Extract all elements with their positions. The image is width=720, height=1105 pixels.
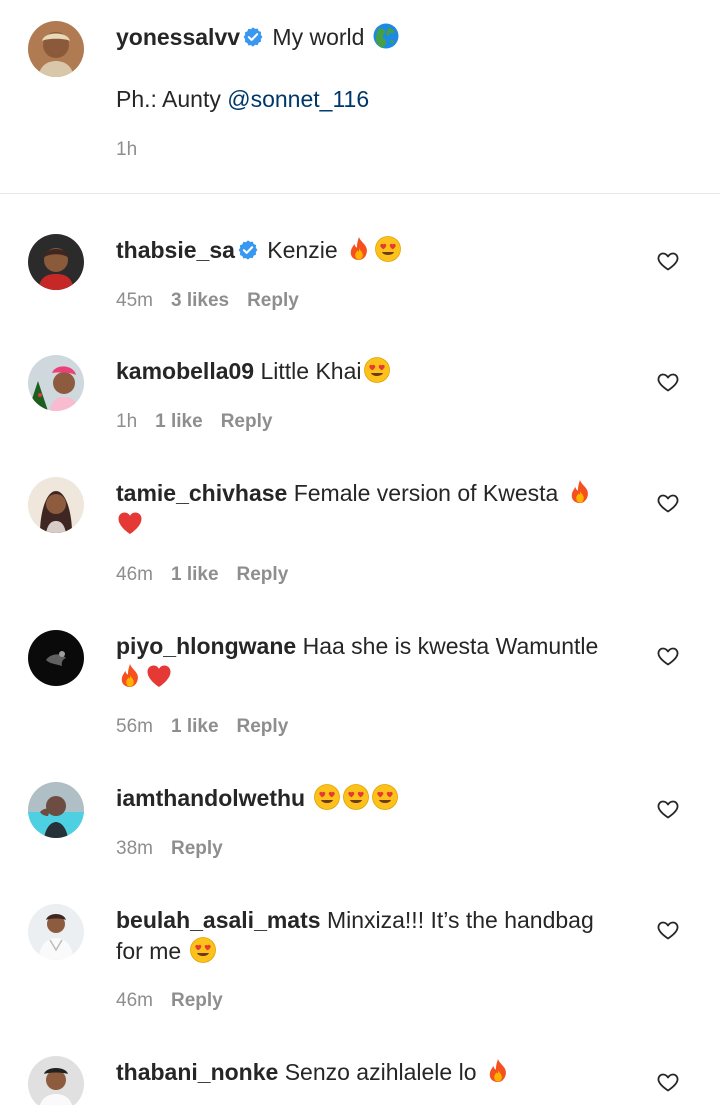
reply-button[interactable]: Reply [237, 716, 289, 737]
caption-avatar[interactable] [28, 21, 84, 77]
comment-avatar[interactable] [28, 904, 84, 960]
heart-eyes-emoji-icon [374, 235, 402, 263]
fire-emoji-icon [116, 662, 144, 690]
comment-time: 1h [116, 411, 138, 432]
like-heart-icon[interactable] [656, 918, 680, 942]
comment-username[interactable]: piyo_hlongwane [116, 633, 296, 659]
caption-line-2: Ph.: Aunty @sonnet_116 [116, 84, 369, 114]
like-heart-icon[interactable] [656, 1070, 680, 1094]
comment-avatar[interactable] [28, 234, 84, 290]
comment-text: Senzo azihlalele lo [284, 1059, 477, 1085]
comment-avatar[interactable] [28, 477, 84, 533]
comment-text: Female version of Kwesta [293, 480, 559, 506]
comment-avatar[interactable] [28, 355, 84, 411]
comment-username[interactable]: iamthandolwethu [116, 785, 305, 811]
verified-badge-icon [242, 26, 264, 48]
comment-meta: 46m Reply [116, 989, 241, 1013]
reply-button[interactable]: Reply [221, 411, 273, 432]
comment-username[interactable]: thabsie_sa [116, 237, 235, 263]
caption-mention-link[interactable]: @sonnet_116 [227, 86, 369, 112]
caption-meta: 1h [116, 138, 155, 162]
comment-text: Kenzie [267, 237, 338, 263]
like-heart-icon[interactable] [656, 644, 680, 668]
red-heart-emoji-icon [145, 662, 173, 690]
comment-likes[interactable]: 1 like [171, 716, 219, 737]
heart-eyes-emoji-icon [371, 783, 399, 811]
heart-eyes-emoji-icon [313, 783, 341, 811]
comment-time: 56m [116, 716, 153, 737]
post-caption: yonessalvv My world Ph.: Aunty @sonnet_1… [0, 0, 720, 194]
fire-emoji-icon [484, 1057, 512, 1085]
comment-avatar[interactable] [28, 630, 84, 686]
comment-meta: 1h 1 like Reply [116, 410, 290, 434]
comment-avatar[interactable] [28, 1056, 84, 1105]
comment-text-line-2: for me [116, 938, 182, 964]
comment-username[interactable]: thabani_nonke [116, 1059, 278, 1085]
like-heart-icon[interactable] [656, 797, 680, 821]
caption-photo-credit: Ph.: Aunty [116, 86, 228, 112]
comment-meta: 38m Reply [116, 837, 241, 861]
reply-button[interactable]: Reply [171, 990, 223, 1011]
comment-likes[interactable]: 1 like [171, 564, 219, 585]
caption-username[interactable]: yonessalvv [116, 24, 240, 50]
comment-username[interactable]: kamobella09 [116, 358, 254, 384]
like-heart-icon[interactable] [656, 491, 680, 515]
reply-button[interactable]: Reply [247, 290, 299, 311]
comment-likes[interactable]: 1 like [155, 411, 203, 432]
reply-button[interactable]: Reply [237, 564, 289, 585]
verified-badge-icon [237, 239, 259, 261]
comment-time: 38m [116, 838, 153, 859]
comment-username[interactable]: beulah_asali_mats [116, 907, 321, 933]
reply-button[interactable]: Reply [171, 838, 223, 859]
comment-text: Minxiza!!! It’s the handbag [326, 907, 594, 933]
heart-eyes-emoji-icon [342, 783, 370, 811]
comment-avatar[interactable] [28, 782, 84, 838]
comment-likes[interactable]: 3 likes [171, 290, 229, 311]
caption-text: My world [272, 24, 365, 50]
comment-text: Haa she is kwesta Wamuntle [302, 633, 599, 659]
caption-time: 1h [116, 139, 138, 160]
comment-time: 46m [116, 564, 153, 585]
comment-meta: 45m 3 likes Reply [116, 289, 317, 313]
comment-meta: 46m 1 like Reply [116, 563, 306, 587]
like-heart-icon[interactable] [656, 370, 680, 394]
red-heart-emoji-icon [116, 509, 144, 537]
comment-username[interactable]: tamie_chivhase [116, 480, 287, 506]
comment-time: 46m [116, 990, 153, 1011]
fire-emoji-icon [345, 235, 373, 263]
comment-time: 45m [116, 290, 153, 311]
comment-text: Little Khai [260, 358, 362, 384]
heart-eyes-emoji-icon [363, 356, 391, 384]
caption-line-1: yonessalvv My world [116, 22, 400, 52]
fire-emoji-icon [566, 478, 594, 506]
globe-emoji-icon [372, 22, 400, 50]
heart-eyes-emoji-icon [189, 936, 217, 964]
like-heart-icon[interactable] [656, 249, 680, 273]
comment-meta: 56m 1 like Reply [116, 715, 306, 739]
